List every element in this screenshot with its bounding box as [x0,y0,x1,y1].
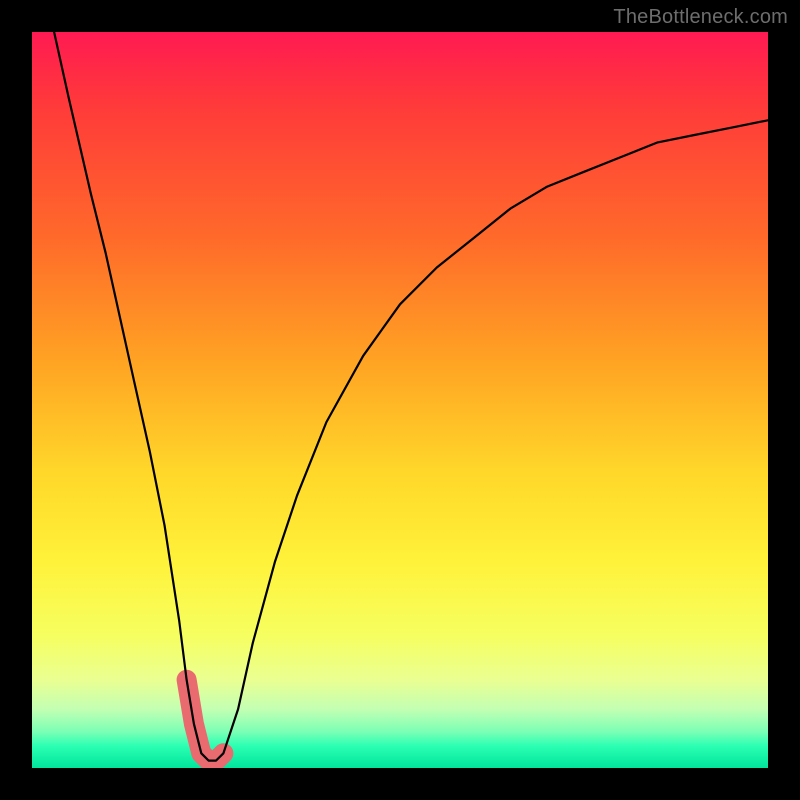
chart-frame: TheBottleneck.com [0,0,800,800]
chart-plot-area [32,32,768,768]
watermark-text: TheBottleneck.com [613,6,788,29]
highlight-band [187,680,224,761]
curve-svg [32,32,768,768]
bottleneck-curve [54,32,768,761]
